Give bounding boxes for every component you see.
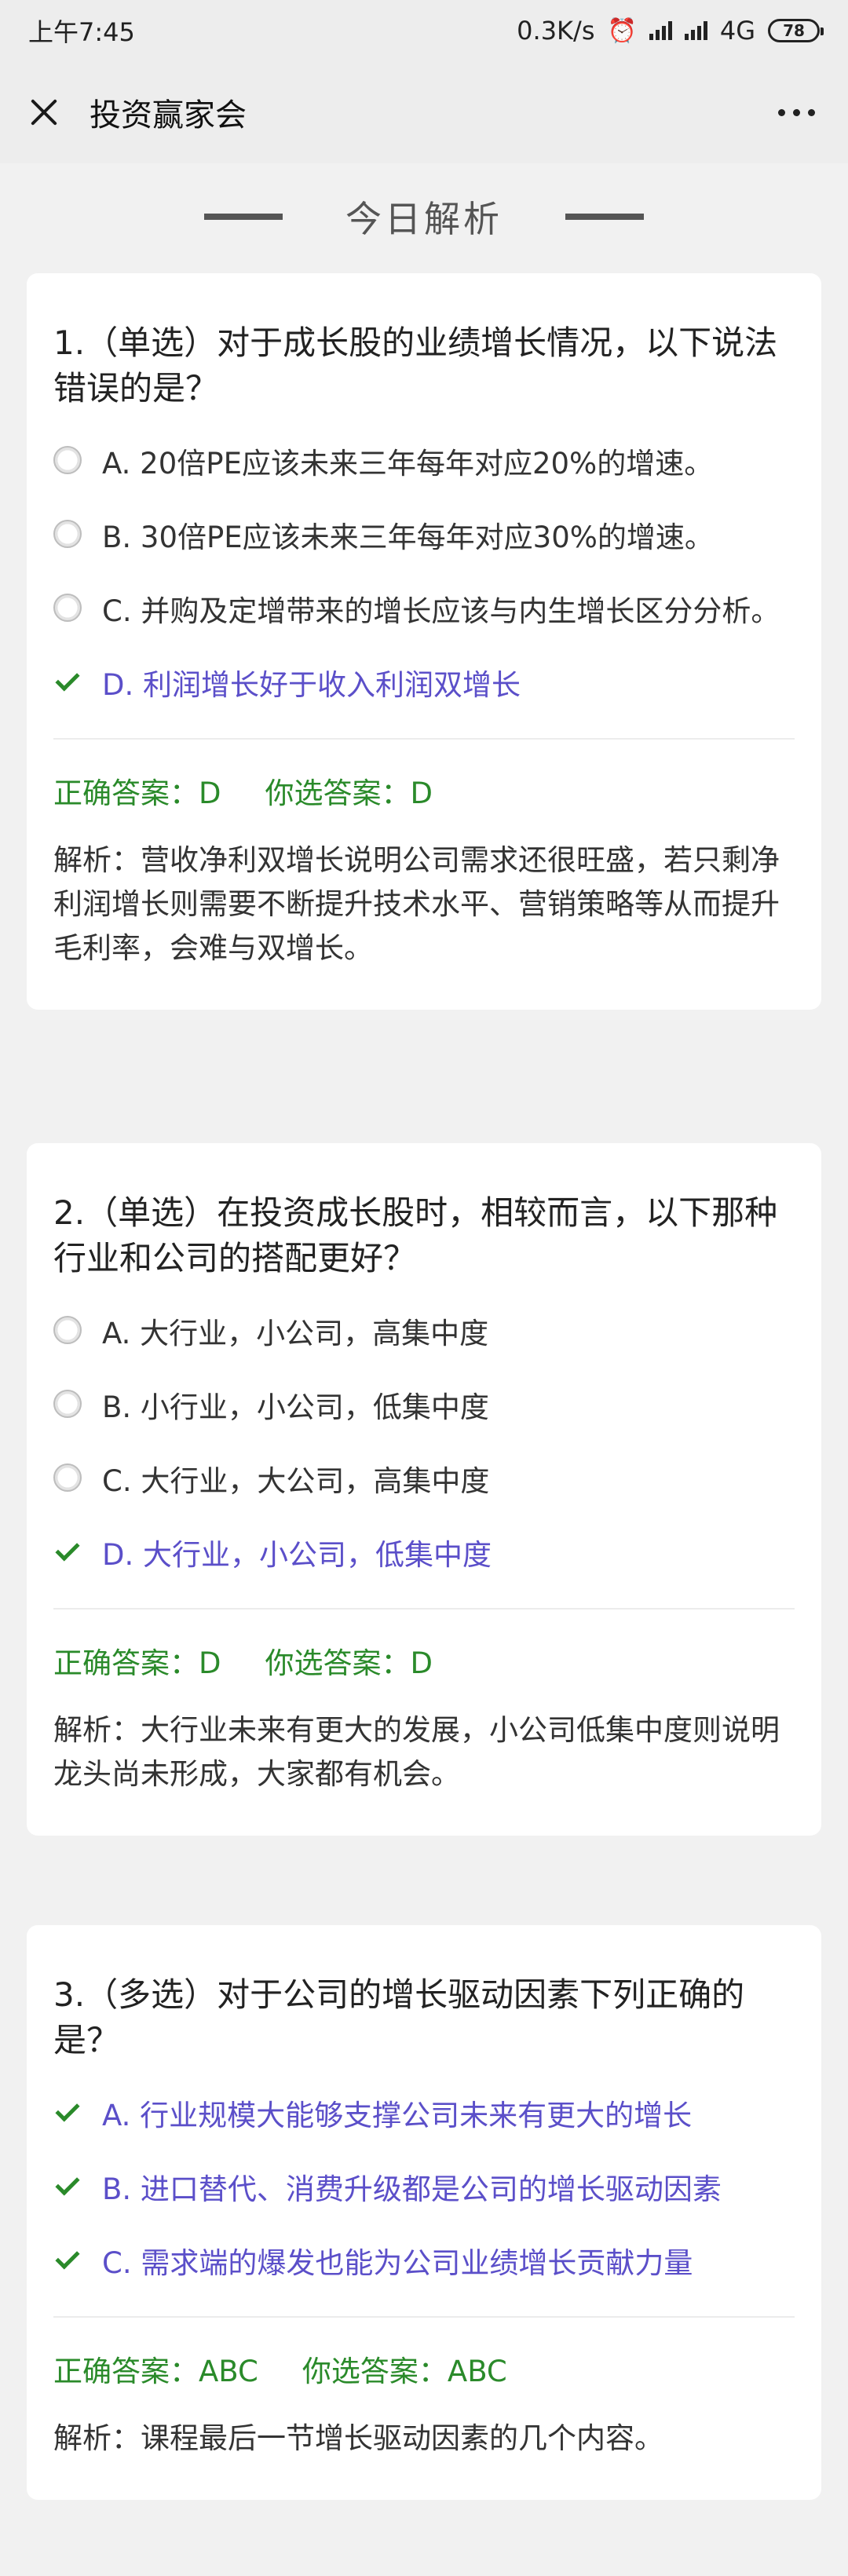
network-type: 4G — [719, 16, 755, 46]
header-left-line — [204, 214, 283, 220]
signal-icon-2 — [684, 21, 707, 40]
header-right-line — [565, 214, 644, 220]
analysis-text: 解析：课程最后一节增长驱动因素的几个内容。 — [53, 2421, 663, 2455]
status-icons: 0.3K/s ⏰ 4G 78 — [517, 16, 824, 46]
battery-icon: 78 — [768, 19, 824, 42]
status-bar: 上午7:45 0.3K/s ⏰ 4G 78 — [0, 0, 848, 61]
nav-bar: 投资赢家会 — [0, 61, 848, 163]
option-label: C. 并购及定增带来的增长应该与内生增长区分分析。 — [102, 594, 780, 628]
section-title: 今日解析 — [345, 198, 503, 240]
chosen-answer: 你选答案：ABC — [302, 2355, 507, 2388]
question-title: 1.（单选）对于成长股的业绩增长情况，以下说法错误的是？ — [53, 323, 778, 407]
question-title: 2.（单选）在投资成长股时，相较而言，以下那种行业和公司的搭配更好？ — [53, 1193, 778, 1277]
radio-icon — [53, 1390, 82, 1418]
check-icon — [55, 2097, 80, 2122]
option-item[interactable]: B. 小行业，小公司，低集中度 — [53, 1387, 795, 1429]
question-card: 2.（单选）在投资成长股时，相较而言，以下那种行业和公司的搭配更好？ A. 大行业… — [27, 1143, 821, 1836]
check-icon — [55, 2171, 80, 2196]
page-title: 投资赢家会 — [90, 97, 247, 133]
divider — [53, 738, 795, 740]
check-icon — [55, 2245, 80, 2270]
option-label: D. 大行业，小公司，低集中度 — [102, 1538, 492, 1572]
divider — [53, 2316, 795, 2318]
option-item[interactable]: C. 需求端的爆发也能为公司业绩增长贡献力量 — [53, 2242, 795, 2285]
option-label: A. 20倍PE应该未来三年每年对应20%的增速。 — [102, 447, 714, 480]
alarm-icon: ⏰ — [607, 16, 637, 45]
radio-icon — [53, 1463, 82, 1492]
option-label: A. 大行业，小公司，高集中度 — [102, 1317, 489, 1350]
radio-icon — [53, 520, 82, 548]
option-label: C. 需求端的爆发也能为公司业绩增长贡献力量 — [102, 2246, 693, 2280]
network-speed: 0.3K/s — [517, 16, 595, 46]
radio-icon — [53, 1316, 82, 1344]
option-item[interactable]: B. 30倍PE应该未来三年每年对应30%的增速。 — [53, 517, 795, 559]
option-item[interactable]: A. 20倍PE应该未来三年每年对应20%的增速。 — [53, 443, 795, 485]
option-item[interactable]: D. 大行业，小公司，低集中度 — [53, 1534, 795, 1577]
correct-answer: 正确答案：D — [53, 1646, 221, 1680]
analysis-text: 解析：营收净利双增长说明公司需求还很旺盛，若只剩净利润增长则需要不断提升技术水平… — [53, 843, 780, 965]
divider — [53, 1608, 795, 1610]
option-item[interactable]: A. 行业规模大能够支撑公司未来有更大的增长 — [53, 2095, 795, 2137]
check-icon — [55, 1536, 80, 1562]
option-item[interactable]: C. 并购及定增带来的增长应该与内生增长区分分析。 — [53, 590, 795, 633]
analysis-text: 解析：大行业未来有更大的发展，小公司低集中度则说明龙头尚未形成，大家都有机会。 — [53, 1713, 780, 1791]
radio-icon — [53, 594, 82, 622]
signal-icon — [649, 21, 672, 40]
check-icon — [55, 667, 80, 692]
option-label: B. 小行业，小公司，低集中度 — [102, 1390, 489, 1424]
close-icon[interactable] — [25, 93, 63, 131]
question-card: 1.（单选）对于成长股的业绩增长情况，以下说法错误的是？ A. 20倍PE应该未来… — [27, 273, 821, 1010]
correct-answer: 正确答案：ABC — [53, 2355, 258, 2388]
correct-answer: 正确答案：D — [53, 776, 221, 810]
option-label: C. 大行业，大公司，高集中度 — [102, 1464, 490, 1498]
chosen-answer: 你选答案：D — [265, 1646, 433, 1680]
option-label: A. 行业规模大能够支撑公司未来有更大的增长 — [102, 2099, 693, 2132]
chosen-answer: 你选答案：D — [265, 776, 433, 810]
option-label: D. 利润增长好于收入利润双增长 — [102, 668, 521, 702]
answer-row: 正确答案：D 你选答案：D — [53, 769, 795, 812]
option-item[interactable]: B. 进口替代、消费升级都是公司的增长驱动因素 — [53, 2169, 795, 2211]
question-card: 3.（多选）对于公司的增长驱动因素下列正确的是？ A. 行业规模大能够支撑公司未来… — [27, 1925, 821, 2500]
answer-row: 正确答案：ABC 你选答案：ABC — [53, 2348, 795, 2390]
section-header: 今日解析 — [0, 177, 848, 256]
option-item[interactable]: A. 大行业，小公司，高集中度 — [53, 1313, 795, 1355]
answer-row: 正确答案：D 你选答案：D — [53, 1639, 795, 1682]
more-dots-icon[interactable] — [770, 101, 823, 124]
option-label: B. 30倍PE应该未来三年每年对应30%的增速。 — [102, 521, 714, 554]
status-time: 上午7:45 — [28, 17, 135, 47]
battery-level: 78 — [783, 21, 805, 40]
option-item[interactable]: C. 大行业，大公司，高集中度 — [53, 1460, 795, 1503]
radio-icon — [53, 446, 82, 474]
option-item[interactable]: D. 利润增长好于收入利润双增长 — [53, 664, 795, 707]
question-title: 3.（多选）对于公司的增长驱动因素下列正确的是？ — [53, 1975, 745, 2059]
option-label: B. 进口替代、消费升级都是公司的增长驱动因素 — [102, 2172, 722, 2206]
